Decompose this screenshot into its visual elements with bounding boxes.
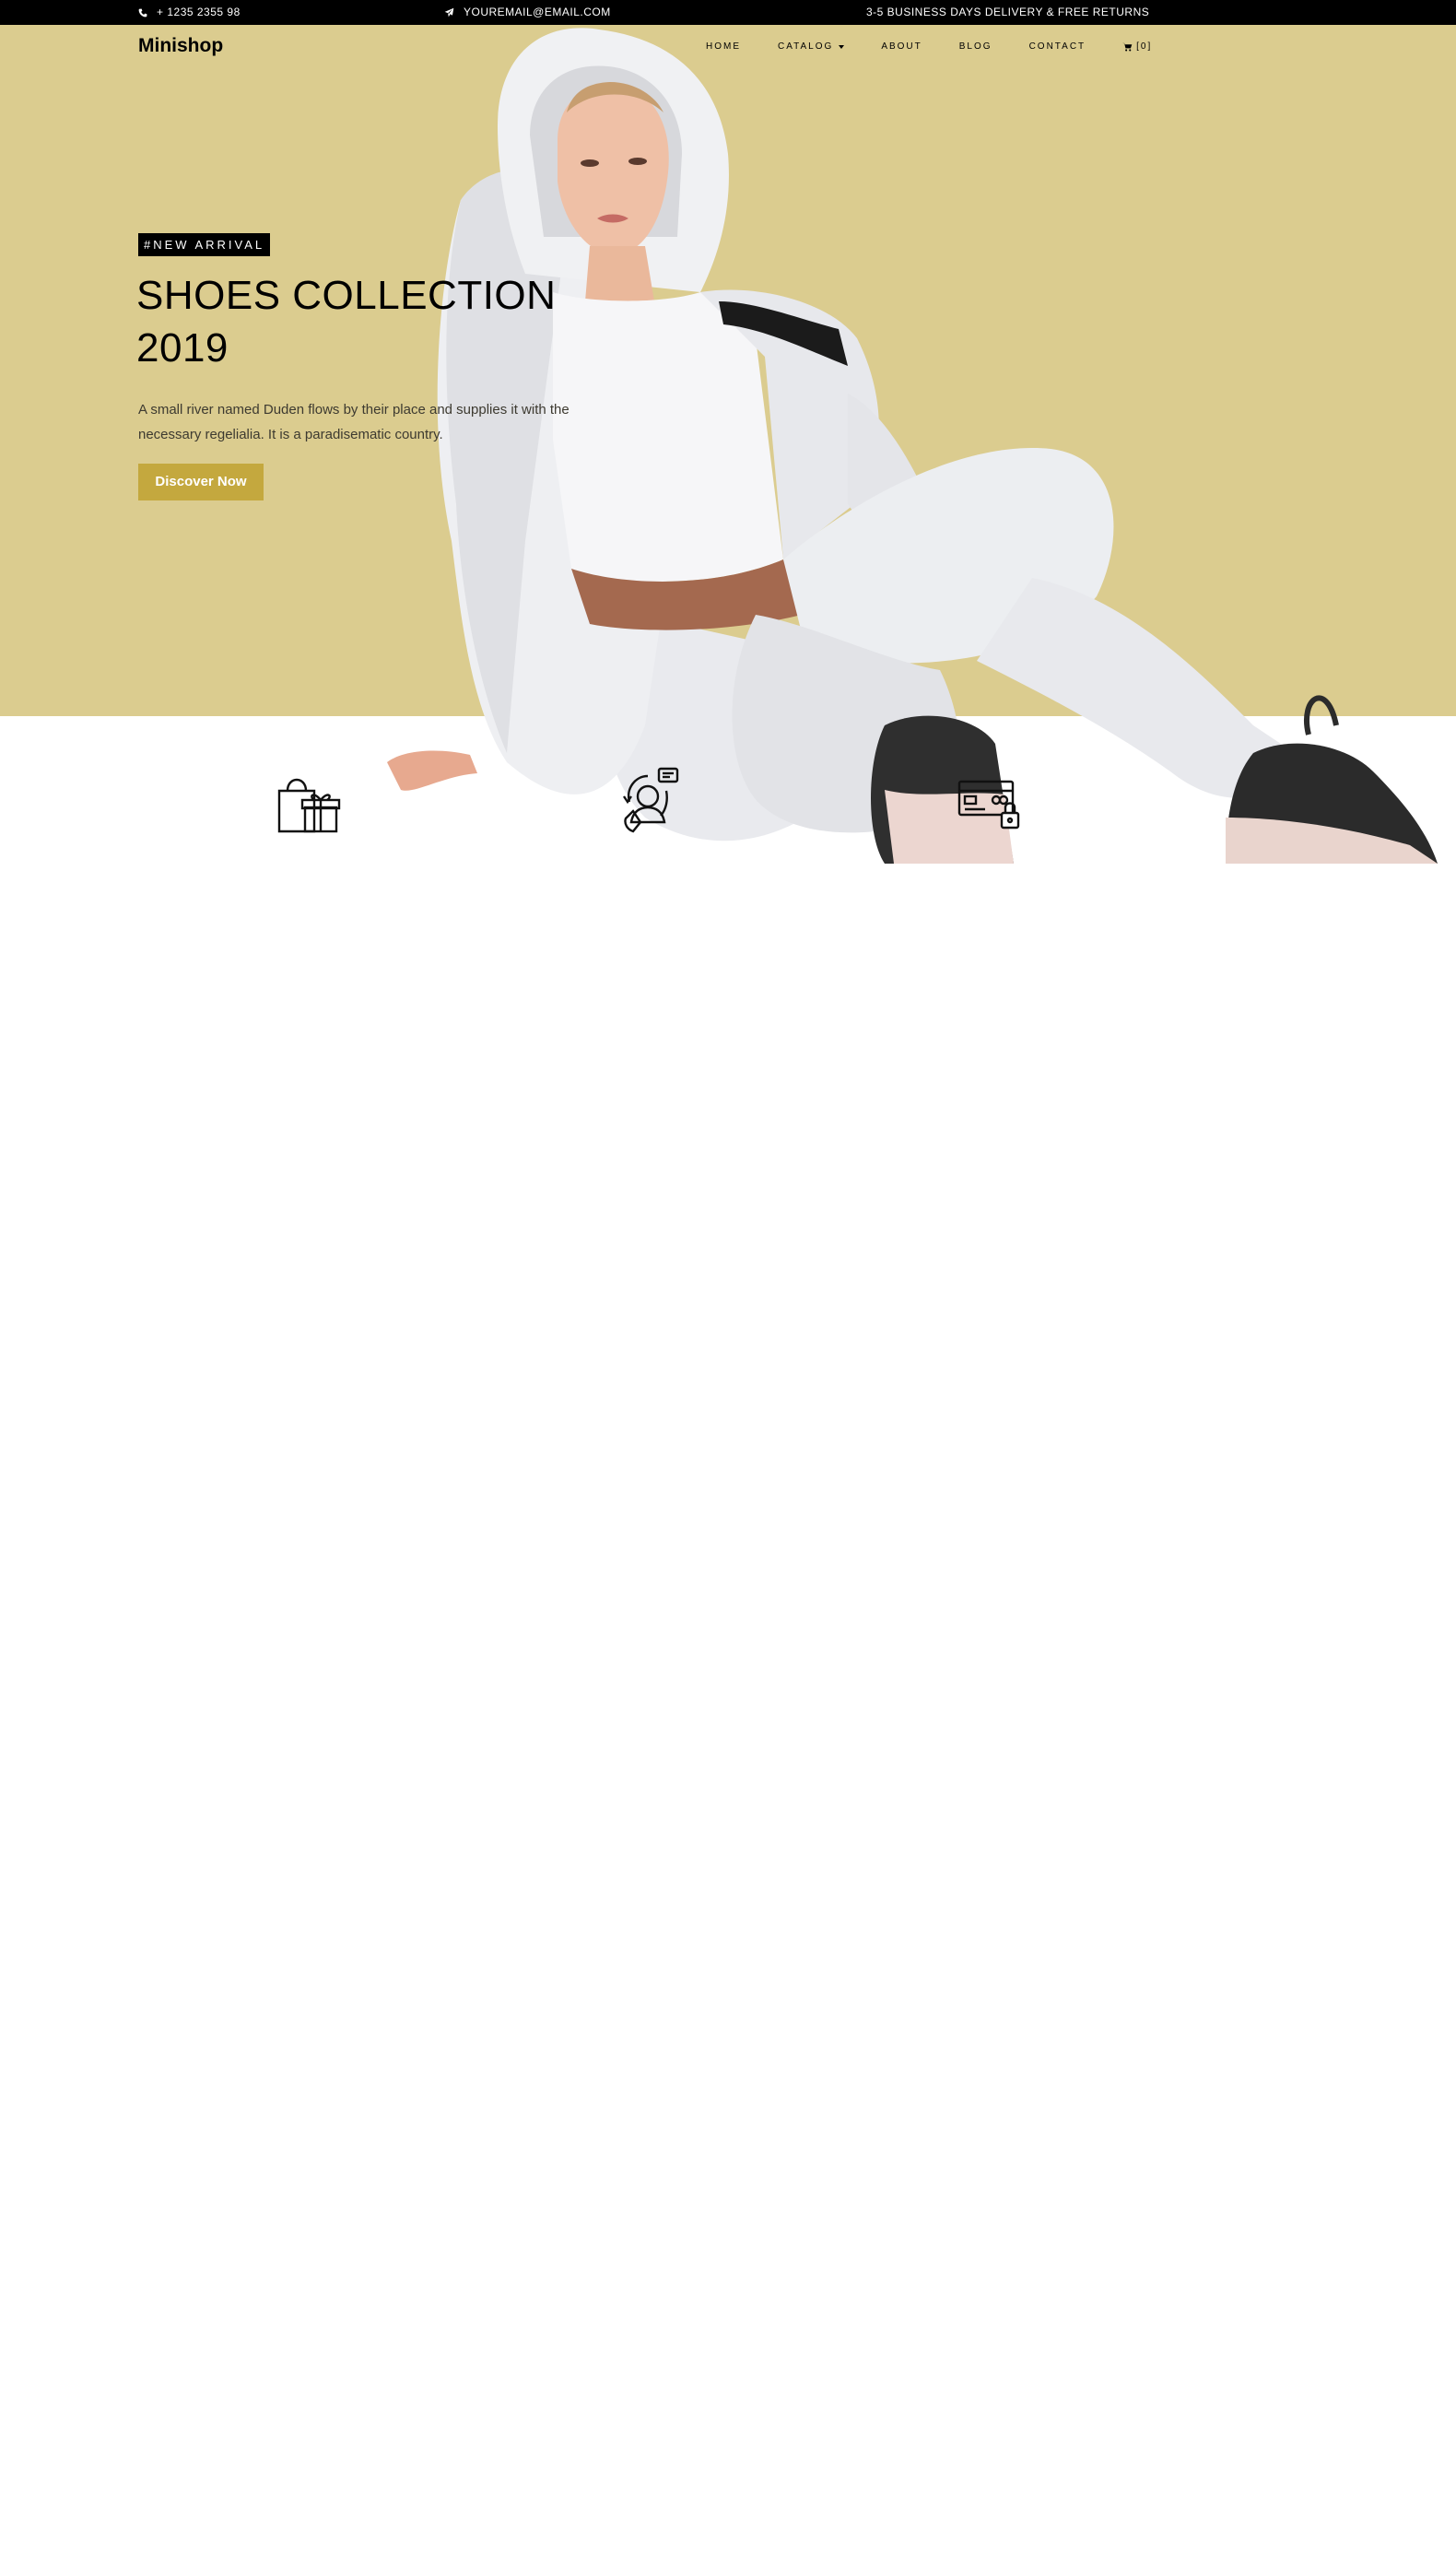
nav-catalog-label: CATALOG: [778, 41, 834, 52]
paper-plane-icon: [444, 7, 454, 18]
topbar-email-text: YOUREMAIL@EMAIL.COM: [464, 6, 611, 18]
nav-cart-count: [0]: [1136, 41, 1153, 52]
discover-now-button[interactable]: Discover Now: [138, 464, 264, 500]
nav-cart[interactable]: [0]: [1122, 41, 1152, 52]
payment-card-lock-icon: [957, 780, 1020, 830]
new-arrival-badge: #NEW ARRIVAL: [138, 233, 271, 256]
hero-title: SHOES COLLECTION 2019: [136, 273, 557, 371]
nav-home-label: HOME: [706, 41, 741, 52]
nav-contact-label: CONTACT: [1028, 41, 1086, 52]
nav-blog[interactable]: BLOG: [959, 41, 992, 52]
topbar-phone[interactable]: + 1235 2355 98: [138, 0, 241, 25]
nav-about-label: ABOUT: [881, 41, 922, 52]
cart-icon: [1122, 42, 1133, 51]
top-bar: + 1235 2355 98 YOUREMAIL@EMAIL.COM 3-5 B…: [0, 0, 1456, 25]
topbar-delivery: 3-5 BUSINESS DAYS DELIVERY & FREE RETURN…: [866, 0, 1149, 25]
topbar-phone-text: + 1235 2355 98: [157, 6, 241, 18]
topbar-email[interactable]: YOUREMAIL@EMAIL.COM: [444, 0, 611, 25]
topbar-delivery-text: 3-5 BUSINESS DAYS DELIVERY & FREE RETURN…: [866, 6, 1150, 18]
caret-down-icon: [839, 44, 845, 49]
nav-blog-label: BLOG: [958, 41, 992, 52]
nav-about[interactable]: ABOUT: [881, 41, 922, 52]
customer-support-icon: [623, 767, 679, 833]
nav-home[interactable]: HOME: [706, 41, 741, 52]
phone-icon: [138, 8, 147, 17]
hero-description: A small river named Duden flows by their…: [138, 402, 569, 442]
nav-catalog[interactable]: CATALOG: [778, 41, 845, 52]
main-nav: HOME CATALOG ABOUT BLOG CONTACT [0]: [706, 41, 1189, 52]
shopping-bag-gift-icon: [277, 778, 341, 833]
nav-contact[interactable]: CONTACT: [1029, 41, 1086, 52]
brand-logo[interactable]: Minishop: [138, 35, 223, 57]
